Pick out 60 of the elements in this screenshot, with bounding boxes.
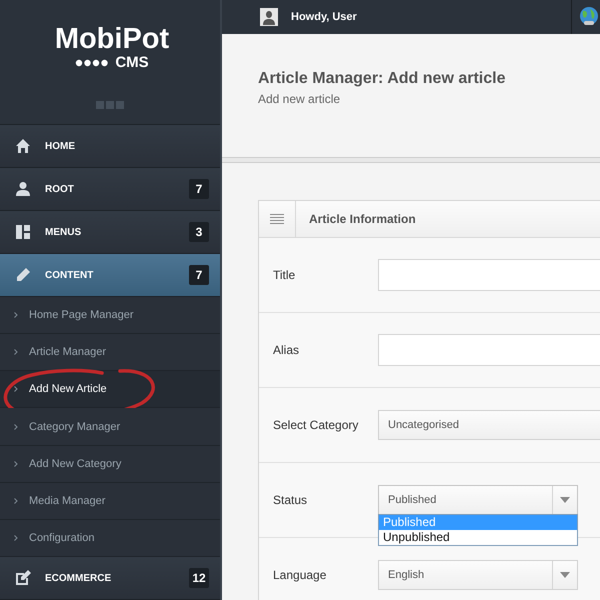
- home-icon: [15, 138, 31, 154]
- select-field[interactable]: Uncategorised: [378, 410, 600, 440]
- submenu-item[interactable]: Add New Article: [0, 371, 220, 408]
- text-input[interactable]: [378, 259, 600, 291]
- logo-subtitle: CMS: [115, 54, 149, 71]
- avatar-icon: [260, 8, 278, 26]
- caret-icon: [560, 497, 570, 503]
- submenu-label: Home Page Manager: [29, 309, 134, 322]
- chevron-icon: [14, 534, 18, 541]
- field-label: Status: [273, 493, 308, 507]
- submenu-item[interactable]: Add New Category: [0, 446, 220, 483]
- nav-item[interactable]: CONTENT 7: [0, 254, 220, 298]
- pencil-icon: [15, 267, 31, 284]
- card-title: Article Information: [309, 212, 416, 226]
- field-label: Select Category: [273, 418, 360, 432]
- field-label: Alias: [273, 343, 300, 357]
- submenu-label: Media Manager: [29, 494, 106, 507]
- chevron-icon: [14, 349, 18, 356]
- nav-item[interactable]: ECOMMERCE 12: [0, 557, 220, 600]
- menu-icon[interactable]: [270, 214, 284, 224]
- select-field[interactable]: Published: [378, 485, 578, 515]
- nav-item[interactable]: MENUS 3: [0, 211, 220, 254]
- chevron-icon: [14, 312, 18, 318]
- nav-label: ECOMMERCE: [45, 572, 112, 584]
- dots-icon: [75, 58, 110, 66]
- user-icon: [15, 181, 31, 198]
- submenu-label: Add New Article: [29, 383, 107, 396]
- chevron-icon: [14, 386, 18, 392]
- submenu-label: Add New Category: [29, 458, 122, 470]
- page-title: Article Manager: Add new article: [258, 70, 506, 88]
- text-input[interactable]: [378, 334, 600, 366]
- count-badge: 12: [189, 568, 209, 588]
- count-badge: 7: [189, 179, 209, 200]
- submenu-label: Configuration: [29, 532, 94, 544]
- submenu-label: Article Manager: [29, 346, 106, 358]
- nav-item[interactable]: ROOT 7: [0, 168, 220, 212]
- count-badge: 3: [189, 222, 209, 242]
- edit-icon: [15, 570, 31, 586]
- nav-label: MENUS: [45, 226, 82, 238]
- nav-label: ROOT: [45, 184, 75, 195]
- globe-icon[interactable]: [578, 6, 600, 28]
- logo-title: MobiPot: [54, 24, 170, 54]
- caret-icon: [560, 572, 570, 578]
- nav-label: CONTENT: [45, 270, 94, 281]
- field-label: Title: [273, 268, 296, 282]
- nav-item[interactable]: HOME: [0, 125, 220, 168]
- layout-icon: [15, 224, 31, 240]
- chevron-icon: [14, 498, 18, 504]
- dropdown-option[interactable]: Unpublished: [379, 530, 577, 545]
- select-field[interactable]: English: [378, 560, 578, 590]
- count-badge: 7: [189, 265, 209, 286]
- field-label: Language: [273, 568, 328, 582]
- nav-label: HOME: [45, 140, 76, 152]
- submenu-label: Category Manager: [29, 420, 120, 433]
- chevron-icon: [14, 424, 18, 430]
- submenu-item[interactable]: Category Manager: [0, 408, 220, 446]
- greeting-text: Howdy, User: [291, 11, 358, 23]
- chevron-icon: [14, 460, 18, 467]
- page-subtitle: Add new article: [258, 92, 342, 106]
- grip-icon: [96, 101, 124, 109]
